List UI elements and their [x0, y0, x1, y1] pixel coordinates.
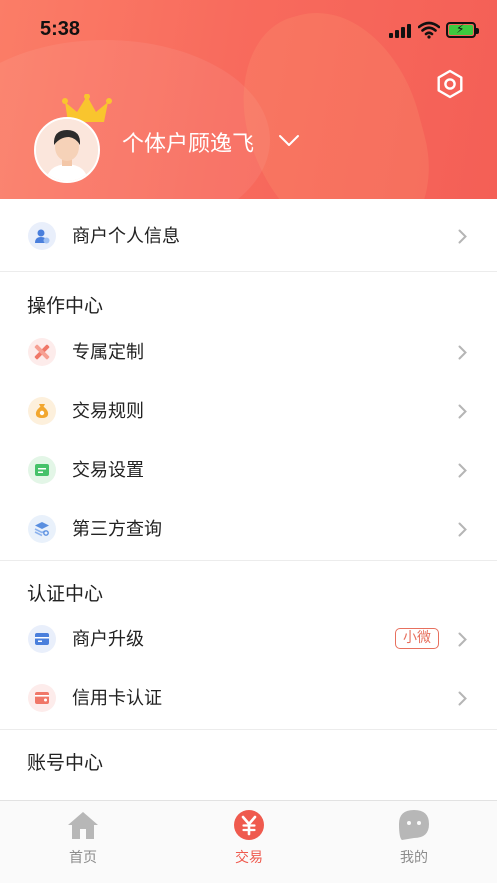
menu-item-credit-card-auth[interactable]: 信用卡认证	[0, 669, 497, 728]
tab-label: 我的	[400, 850, 428, 866]
menu-item-trade-rules[interactable]: 交易规则	[0, 382, 497, 441]
avatar-image	[36, 119, 98, 181]
menu-item-merchant-upgrade[interactable]: 商户升级 小微	[0, 610, 497, 669]
wifi-icon	[418, 21, 440, 39]
status-bar: 5:38 ⚡	[0, 0, 497, 60]
chevron-right-icon	[458, 229, 467, 244]
section-title-operations: 操作中心	[27, 295, 104, 317]
avatar[interactable]	[34, 117, 100, 183]
menu-item-label: 专属定制	[72, 342, 144, 363]
layers-search-icon	[28, 515, 56, 543]
divider	[0, 729, 497, 730]
store-icon	[28, 625, 56, 653]
merchant-level-badge: 小微	[395, 628, 439, 649]
section-title-certification: 认证中心	[27, 583, 104, 605]
menu-item-label: 交易规则	[72, 401, 144, 422]
chevron-down-icon[interactable]	[278, 134, 300, 148]
header-decoration	[0, 40, 270, 199]
status-time: 5:38	[40, 18, 81, 40]
divider	[0, 560, 497, 561]
settings-icon[interactable]	[434, 68, 466, 100]
money-bag-icon	[28, 397, 56, 425]
user-name[interactable]: 个体户顾逸飞	[122, 126, 254, 158]
menu-item-third-party-query[interactable]: 第三方查询	[0, 500, 497, 559]
chevron-right-icon	[458, 522, 467, 537]
menu-item-custom[interactable]: 专属定制	[0, 323, 497, 382]
battery-icon: ⚡	[446, 22, 479, 38]
tab-mine[interactable]: 我的	[331, 801, 497, 883]
menu-item-trade-settings[interactable]: 交易设置	[0, 441, 497, 500]
chevron-right-icon	[458, 345, 467, 360]
menu-item-label: 商户升级	[72, 629, 144, 650]
yuan-icon	[234, 810, 264, 840]
menu-item-label: 信用卡认证	[72, 688, 162, 709]
chevron-right-icon	[458, 404, 467, 419]
menu-item-label: 交易设置	[72, 460, 144, 481]
document-icon	[28, 456, 56, 484]
menu-item-merchant-info[interactable]: 商户个人信息	[0, 207, 497, 266]
section-title-account: 账号中心	[27, 752, 104, 774]
chevron-right-icon	[458, 463, 467, 478]
tab-bar: 首页 交易 我的	[0, 800, 497, 883]
tab-label: 首页	[69, 850, 97, 866]
home-icon	[68, 812, 98, 839]
face-icon	[399, 810, 429, 840]
user-icon	[28, 222, 56, 250]
ruler-pencil-icon	[28, 338, 56, 366]
menu-item-label: 商户个人信息	[72, 226, 180, 247]
chevron-right-icon	[458, 691, 467, 706]
divider	[0, 271, 497, 272]
tab-home[interactable]: 首页	[0, 801, 166, 883]
chevron-right-icon	[458, 632, 467, 647]
tab-trade[interactable]: 交易	[166, 801, 332, 883]
profile-header: 5:38 ⚡ 个体户顾逸飞	[0, 0, 497, 199]
signal-icon	[389, 24, 413, 38]
tab-label: 交易	[235, 850, 263, 866]
menu-item-label: 第三方查询	[72, 519, 162, 540]
wallet-icon	[28, 684, 56, 712]
